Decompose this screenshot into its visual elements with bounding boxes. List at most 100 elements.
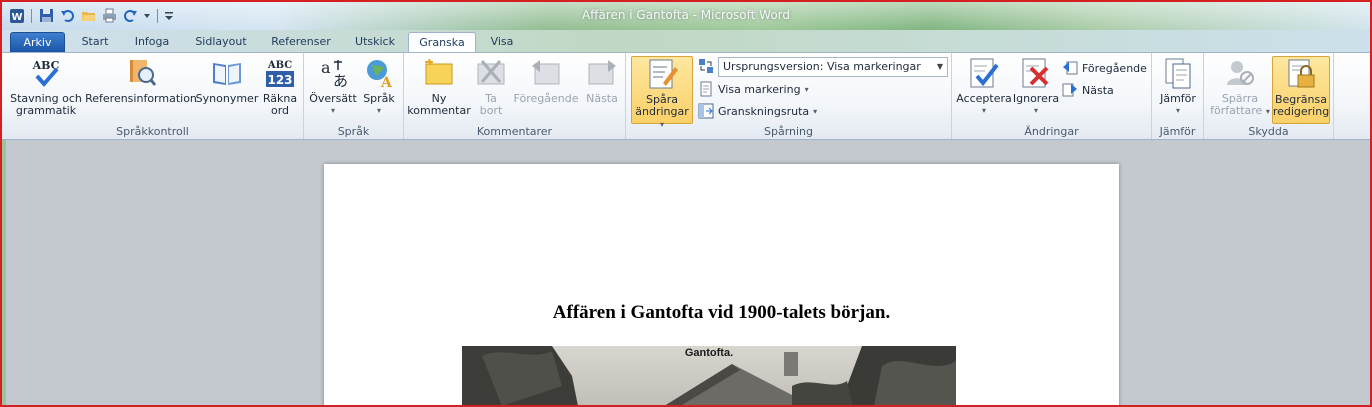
- reviewing-pane-dropdown-icon: ▾: [813, 106, 818, 116]
- next-comment-icon: [585, 56, 619, 90]
- group-andringar: Acceptera ▾ Ignorera ▾ Föregående Nästa …: [952, 53, 1152, 139]
- group-label-sprakkontroll: Språkkontroll: [116, 125, 189, 138]
- word-window: W Affären i Gantofta - Microsoft Word Ar…: [0, 0, 1372, 407]
- reject-dropdown-icon: ▾: [1033, 106, 1038, 115]
- display-for-review-value: Ursprungsversion: Visa markeringar: [723, 60, 921, 73]
- reviewing-pane-label: Granskningsruta: [718, 104, 810, 118]
- new-comment-label-2: kommentar: [407, 104, 471, 117]
- document-heading: Affären i Gantofta vid 1900-talets börja…: [552, 302, 891, 323]
- tab-infoga[interactable]: Infoga: [126, 32, 178, 52]
- group-kommentarer: Ny kommentar Ta bort Föregående Nästa Ko…: [404, 53, 626, 139]
- reviewing-pane-button[interactable]: Granskningsruta ▾: [698, 102, 817, 120]
- restrict-editing-button[interactable]: Begränsa redigering: [1272, 56, 1330, 124]
- translate-dropdown-icon: ▾: [330, 106, 335, 115]
- next-comment-button[interactable]: Nästa: [582, 56, 622, 105]
- block-authors-label-2: författare ▾: [1210, 104, 1270, 117]
- display-for-review-dropdown[interactable]: Ursprungsversion: Visa markeringar ▼: [718, 57, 948, 77]
- previous-comment-icon: [529, 56, 563, 90]
- show-markup-dropdown-icon: ▾: [804, 84, 809, 94]
- svg-text:123: 123: [267, 73, 292, 87]
- compare-label: Jämför: [1160, 92, 1196, 105]
- research-book-icon: [124, 56, 158, 90]
- photo-caption: Gantofta.: [684, 347, 734, 359]
- show-markup-label: Visa markering: [718, 82, 801, 96]
- word-count-label-2: ord: [270, 104, 290, 117]
- tab-start[interactable]: Start: [72, 32, 118, 52]
- compare-dropdown-icon: ▾: [1175, 106, 1180, 115]
- new-comment-icon: [422, 56, 456, 90]
- translate-icon: aあ: [316, 56, 350, 90]
- restrict-editing-label-2: redigering: [1272, 105, 1330, 118]
- next-change-icon: [1062, 82, 1078, 98]
- house-photo: Gantofta.: [462, 346, 956, 405]
- group-label-kommentarer: Kommentarer: [476, 125, 553, 138]
- accept-change-icon: [967, 56, 1001, 90]
- spelling-check-icon: ABC: [29, 56, 63, 90]
- svg-text:あ: あ: [333, 72, 348, 90]
- group-label-andringar: Ändringar: [1024, 125, 1079, 138]
- block-authors-button[interactable]: Spärra författare ▾: [1208, 56, 1272, 118]
- previous-change-button[interactable]: Föregående: [1062, 59, 1147, 77]
- track-changes-button[interactable]: Spåra ändringar ▾: [631, 56, 693, 129]
- document-page[interactable]: Affären i Gantofta vid 1900-talets börja…: [324, 164, 1119, 405]
- spelling-label-2: grammatik: [15, 104, 77, 117]
- tab-arkiv[interactable]: Arkiv: [10, 32, 65, 52]
- compare-documents-icon: [1161, 56, 1195, 90]
- delete-comment-label-2: bort: [479, 104, 503, 117]
- new-comment-button[interactable]: Ny kommentar: [407, 56, 471, 117]
- tab-utskick[interactable]: Utskick: [346, 32, 404, 52]
- dropdown-arrow-icon: ▼: [936, 62, 943, 71]
- delete-comment-button[interactable]: Ta bort: [472, 56, 510, 117]
- language-button[interactable]: A Språk ▾: [358, 56, 400, 117]
- tab-visa[interactable]: Visa: [482, 32, 522, 52]
- block-authors-icon: [1223, 56, 1257, 90]
- reject-label: Ignorera: [1012, 92, 1060, 105]
- show-markup-button[interactable]: Visa markering ▾: [698, 80, 809, 98]
- translate-button[interactable]: aあ Översätt ▾: [308, 56, 358, 117]
- synonyms-label: Synonymer: [195, 92, 259, 105]
- reject-change-icon: [1019, 56, 1053, 90]
- group-jamfor: Jämför ▾ Jämför: [1152, 53, 1204, 139]
- language-dropdown-icon: ▾: [376, 106, 381, 115]
- next-change-button[interactable]: Nästa: [1062, 81, 1114, 99]
- group-label-jamfor: Jämför: [1159, 125, 1196, 138]
- group-sprakkontroll: ABC Stavning och grammatik Referensinfor…: [2, 53, 304, 139]
- language-label: Språk: [363, 92, 395, 105]
- svg-text:A: A: [380, 75, 393, 90]
- reviewing-pane-icon: [698, 103, 714, 119]
- reject-button[interactable]: Ignorera ▾: [1012, 56, 1060, 117]
- previous-change-label: Föregående: [1082, 61, 1147, 75]
- document-area[interactable]: Affären i Gantofta vid 1900-talets börja…: [2, 140, 1370, 405]
- group-label-skydda: Skydda: [1248, 125, 1289, 138]
- next-change-label: Nästa: [1082, 83, 1114, 97]
- show-markup-icon: [698, 81, 714, 97]
- svg-text:a: a: [321, 58, 331, 77]
- previous-change-icon: [1062, 60, 1078, 76]
- reference-information-button[interactable]: Referensinformation: [85, 56, 197, 105]
- display-for-review-icon: [698, 57, 718, 75]
- next-comment-label: Nästa: [586, 92, 618, 105]
- word-count-icon: ABC 123: [263, 56, 297, 90]
- compare-button[interactable]: Jämför ▾: [1156, 56, 1200, 117]
- title-bar: W Affären i Gantofta - Microsoft Word: [2, 2, 1370, 30]
- group-skydda: Spärra författare ▾ Begränsa redigering …: [1204, 53, 1334, 139]
- restrict-editing-lock-icon: [1284, 57, 1318, 91]
- group-label-sparning: Spårning: [763, 125, 814, 138]
- ribbon: ABC Stavning och grammatik Referensinfor…: [2, 52, 1370, 140]
- group-label-sprak: Språk: [337, 125, 370, 138]
- reference-label: Referensinformation: [85, 92, 197, 105]
- group-sprak: aあ Översätt ▾ A Språk ▾ Språk: [304, 53, 404, 139]
- previous-comment-button[interactable]: Föregående: [512, 56, 580, 105]
- spelling-grammar-button[interactable]: ABC Stavning och grammatik: [6, 56, 86, 117]
- tab-referenser[interactable]: Referenser: [264, 32, 338, 52]
- track-changes-icon: [645, 57, 679, 91]
- accept-button[interactable]: Acceptera ▾: [956, 56, 1012, 117]
- thesaurus-book-icon: [210, 56, 244, 90]
- tab-sidlayout[interactable]: Sidlayout: [188, 32, 254, 52]
- word-count-button[interactable]: ABC 123 Räkna ord: [258, 56, 302, 117]
- synonyms-button[interactable]: Synonymer: [196, 56, 258, 105]
- accept-label: Acceptera: [956, 92, 1012, 105]
- window-title: Affären i Gantofta - Microsoft Word: [581, 8, 791, 22]
- tab-granska[interactable]: Granska: [408, 32, 476, 53]
- previous-comment-label: Föregående: [513, 92, 579, 105]
